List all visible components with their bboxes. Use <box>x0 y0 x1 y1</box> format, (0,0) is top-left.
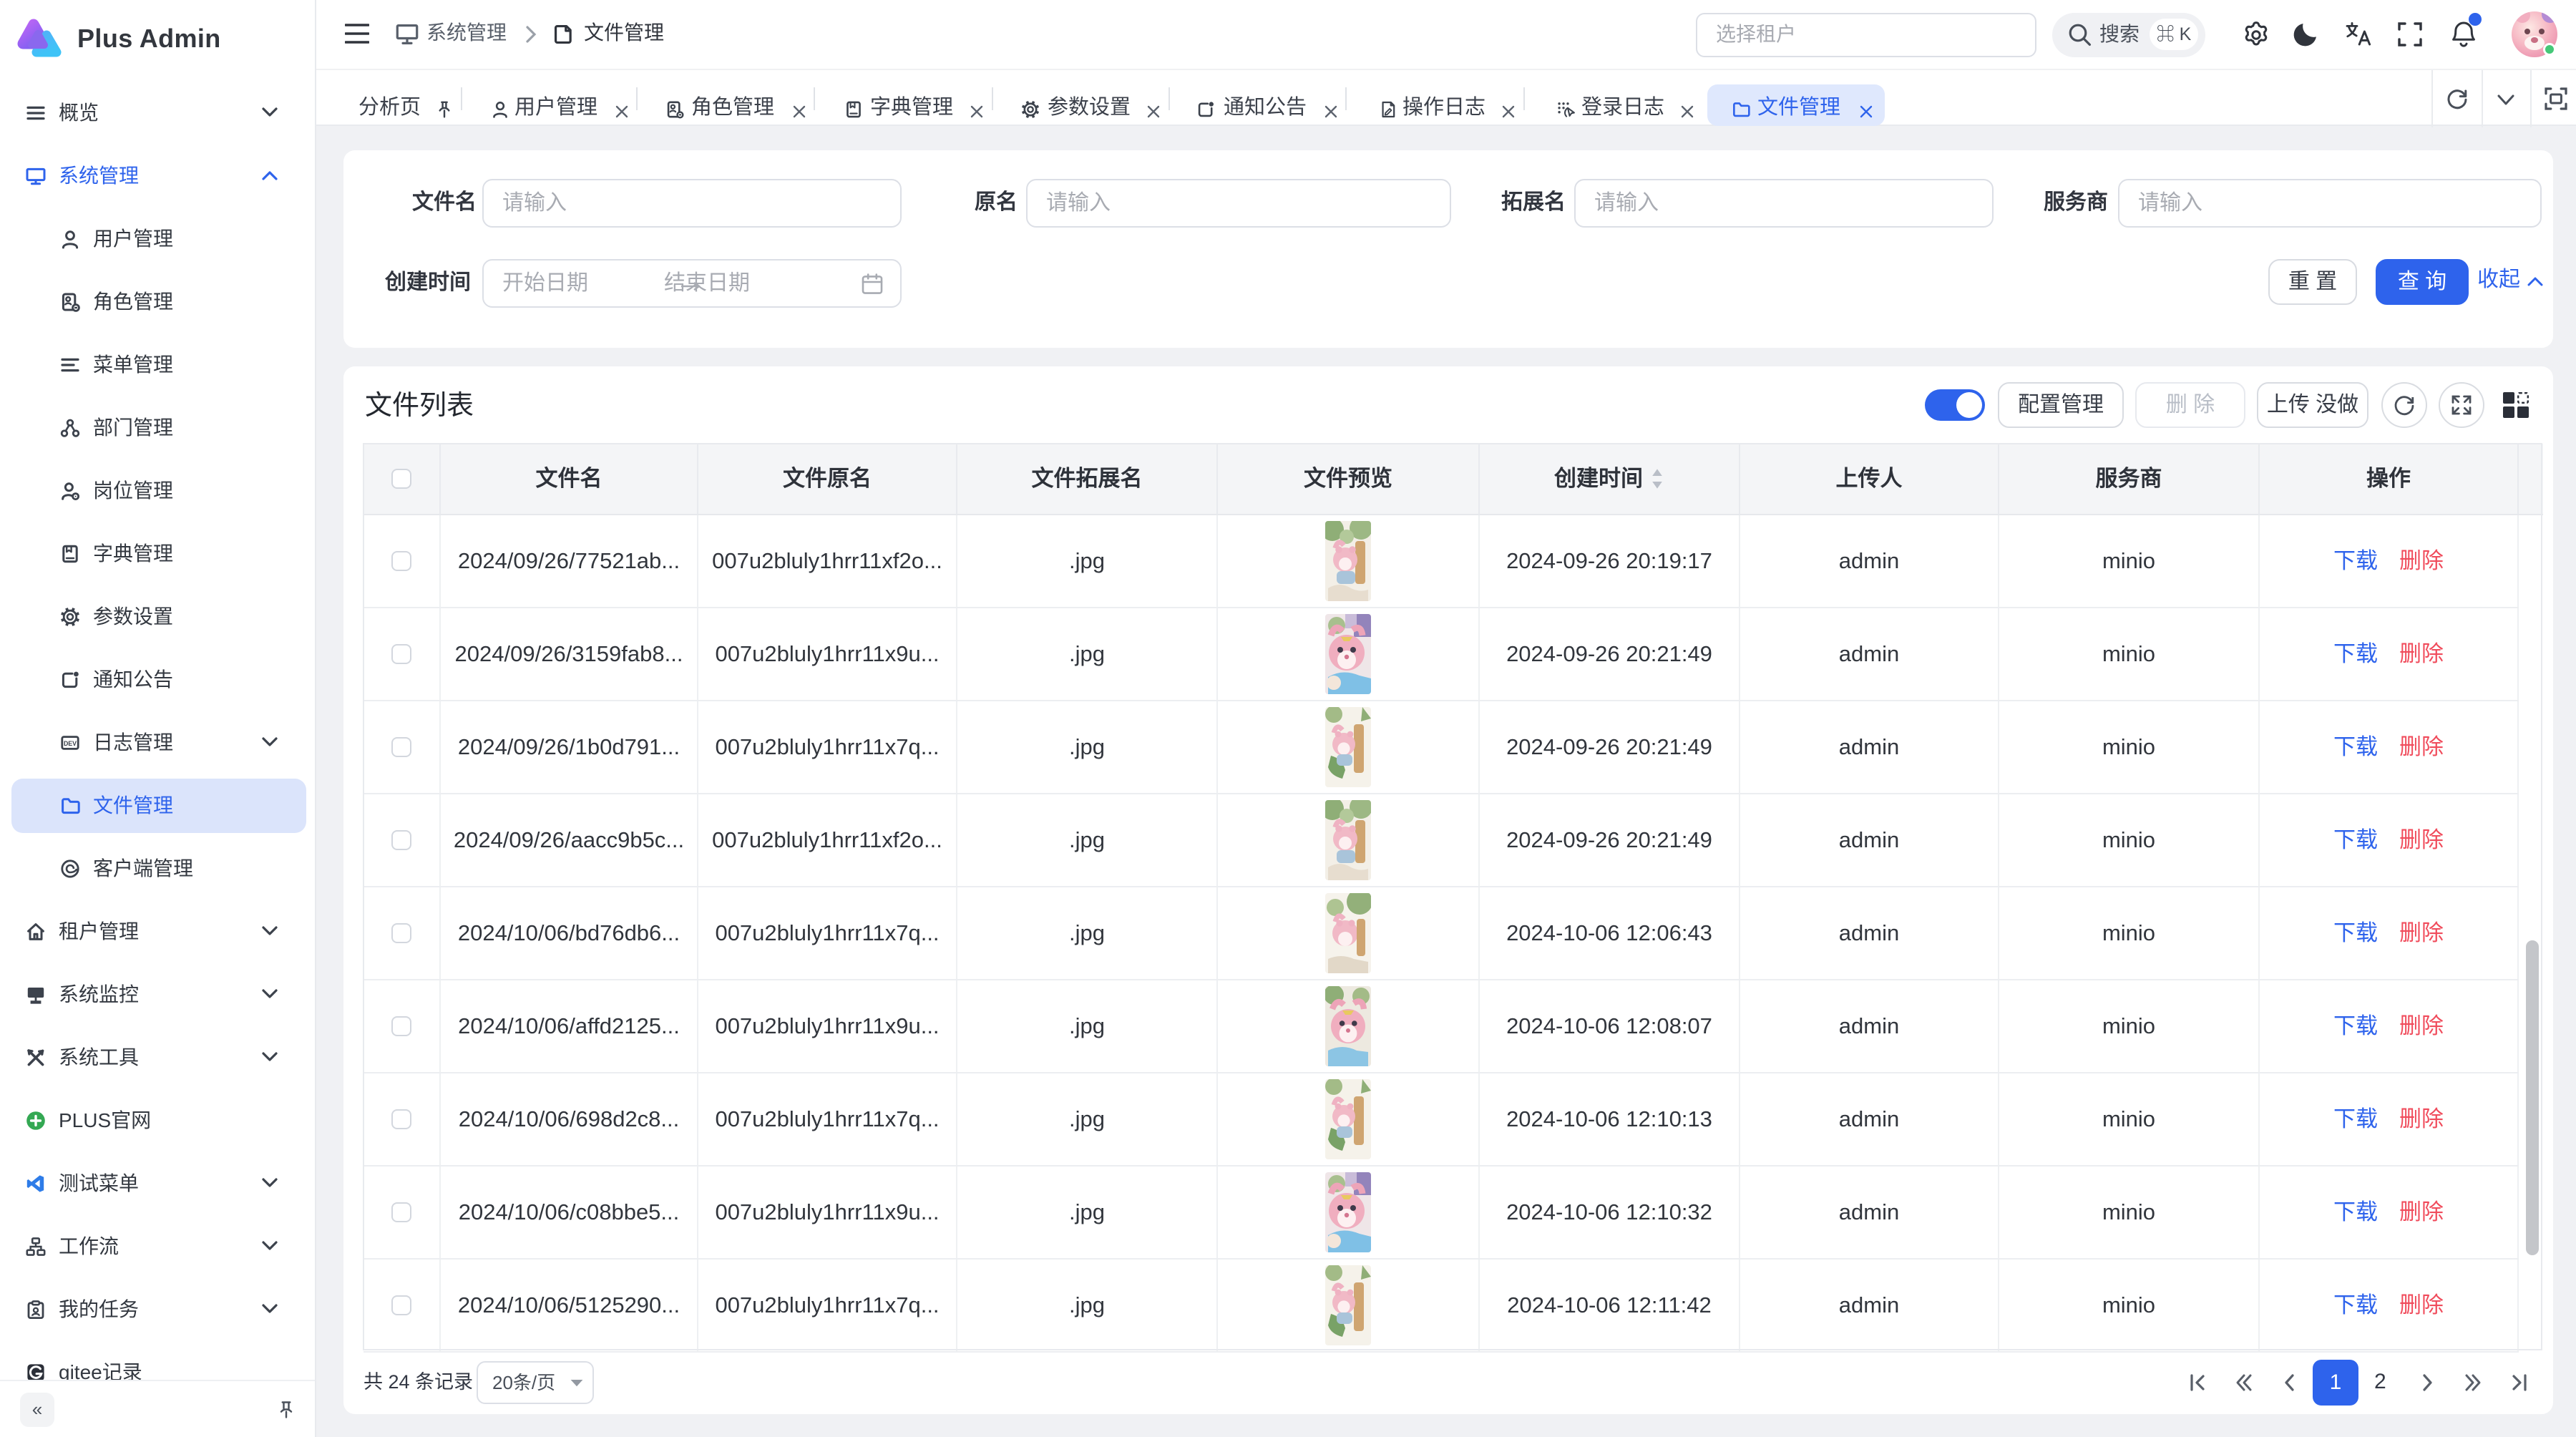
svg-text:DEV: DEV <box>64 740 77 747</box>
